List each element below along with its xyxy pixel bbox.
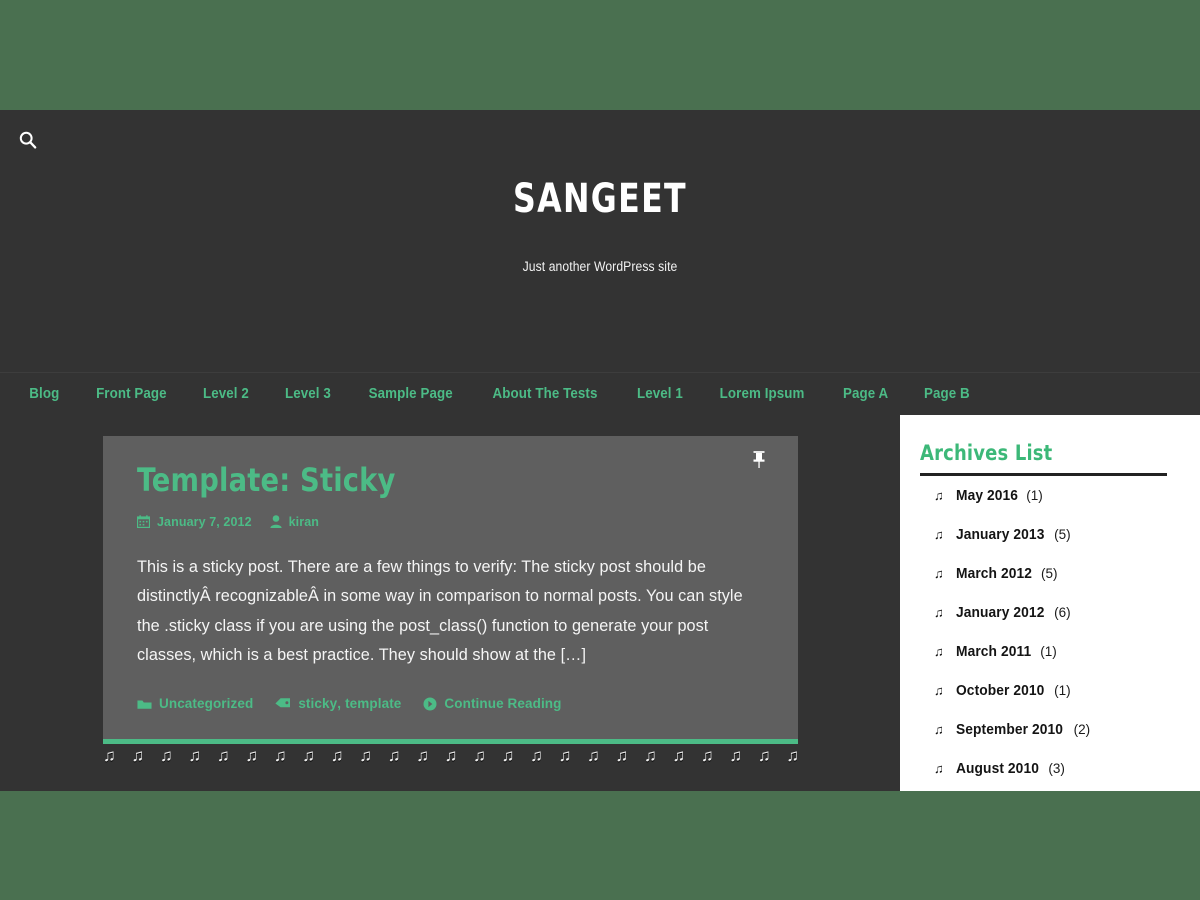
archives-list: ♫ May 2016 (1) ♫ January 2013 (5) ♫ Marc… — [920, 476, 1180, 788]
post-title[interactable]: Template: Sticky — [137, 462, 733, 499]
archive-label: January 2012 — [956, 604, 1045, 621]
music-note-icon: ♫ — [934, 683, 944, 698]
nav-item-about-the-tests[interactable]: About The Tests — [478, 386, 612, 402]
post-author[interactable]: kiran — [270, 515, 319, 529]
nav-item-sample-page[interactable]: Sample Page — [354, 386, 468, 402]
archive-count: (2) — [1073, 722, 1091, 737]
music-note-glyphs: ♫ ♫ ♫ ♫ ♫ ♫ ♫ ♫ ♫ ♫ ♫ ♫ ♫ ♫ ♫ ♫ ♫ ♫ ♫ ♫ … — [103, 746, 798, 766]
music-note-icon: ♫ — [934, 527, 944, 542]
music-note-icon: ♫ — [934, 488, 944, 503]
folder-icon — [137, 698, 152, 710]
archive-item[interactable]: ♫ March 2011 (1) — [920, 632, 1180, 671]
site-title[interactable]: SANGEET — [72, 110, 1128, 219]
site-header: SANGEET Just another WordPress site — [0, 110, 1200, 372]
user-icon — [270, 515, 282, 529]
music-note-icon: ♫ — [934, 761, 944, 776]
archive-item[interactable]: ♫ August 2010 (3) — [920, 749, 1180, 788]
tag-icon — [275, 697, 291, 710]
post-meta: January 7, 2012 kiran — [137, 515, 764, 529]
archive-count: (5) — [1054, 527, 1071, 542]
tag-separator: , — [337, 696, 342, 712]
site-description: Just another WordPress site — [522, 259, 678, 274]
archive-count: (6) — [1054, 605, 1071, 620]
post-date-label: January 7, 2012 — [157, 514, 252, 529]
arrow-circle-right-icon — [423, 697, 437, 711]
music-note-icon: ♫ — [934, 605, 944, 620]
archive-label: May 2016 — [956, 487, 1019, 504]
archive-item[interactable]: ♫ October 2010 (1) — [920, 671, 1180, 710]
archive-label: August 2010 — [956, 760, 1039, 777]
sidebar: Archives List ♫ May 2016 (1) ♫ January 2… — [900, 415, 1200, 791]
music-note-icon: ♫ — [934, 722, 944, 737]
archives-widget: Archives List ♫ May 2016 (1) ♫ January 2… — [900, 415, 1200, 788]
archive-count: (1) — [1026, 488, 1043, 503]
nav-item-page-b[interactable]: Page B — [909, 386, 984, 402]
primary-navigation: Blog Front Page Level 2 Level 3 Sample P… — [0, 372, 1200, 415]
archive-item[interactable]: ♫ January 2012 (6) — [920, 593, 1180, 632]
archive-item[interactable]: ♫ March 2012 (5) — [920, 554, 1180, 593]
archive-count: (5) — [1041, 566, 1058, 581]
archive-label: March 2011 — [956, 643, 1032, 660]
pushpin-icon — [750, 450, 768, 470]
post-summary: This is a sticky post. There are a few t… — [137, 557, 743, 664]
nav-item-lorem-ipsum[interactable]: Lorem Ipsum — [705, 386, 819, 402]
post-tags[interactable]: sticky, template — [275, 696, 401, 711]
archive-item[interactable]: ♫ September 2010 (2) — [920, 710, 1180, 749]
post-date[interactable]: January 7, 2012 — [137, 515, 252, 529]
nav-item-blog[interactable]: Blog — [15, 386, 74, 402]
archive-count: (3) — [1048, 761, 1065, 776]
site-body: Template: Sticky January 7, 2012 kiran T… — [0, 415, 1200, 791]
archive-item[interactable]: ♫ May 2016 (1) — [920, 476, 1180, 515]
site-branding: SANGEET Just another WordPress site — [0, 110, 1200, 274]
archive-item[interactable]: ♫ January 2013 (5) — [920, 515, 1180, 554]
nav-item-level-2[interactable]: Level 2 — [189, 386, 264, 402]
calendar-icon — [137, 515, 150, 529]
content-column: Template: Sticky January 7, 2012 kiran T… — [103, 436, 798, 791]
music-note-icon: ♫ — [934, 566, 944, 581]
post-tag-sticky[interactable]: sticky — [298, 696, 337, 711]
music-note-icon: ♫ — [934, 644, 944, 659]
page-frame: SANGEET Just another WordPress site Blog… — [0, 110, 1200, 791]
post-tag-template[interactable]: template — [345, 696, 401, 711]
post-category[interactable]: Uncategorized — [137, 696, 253, 711]
archive-label: October 2010 — [956, 682, 1045, 699]
nav-list: Blog Front Page Level 2 Level 3 Sample P… — [0, 373, 1200, 415]
nav-item-level-3[interactable]: Level 3 — [271, 386, 346, 402]
post-footer: Uncategorized sticky, template Continue … — [137, 696, 764, 739]
nav-item-front-page[interactable]: Front Page — [81, 386, 181, 402]
nav-item-level-1[interactable]: Level 1 — [622, 386, 697, 402]
continue-reading-link[interactable]: Continue Reading — [423, 696, 561, 711]
post-category-label: Uncategorized — [159, 696, 254, 712]
nav-item-page-a[interactable]: Page A — [828, 386, 903, 402]
archive-count: (1) — [1054, 683, 1071, 698]
archive-count: (1) — [1040, 644, 1057, 659]
archives-widget-title: Archives List — [920, 441, 1167, 476]
post-card: Template: Sticky January 7, 2012 kiran T… — [103, 436, 798, 740]
archive-label: March 2012 — [956, 565, 1032, 582]
continue-reading-label: Continue Reading — [444, 696, 562, 712]
music-note-strip: ♫ ♫ ♫ ♫ ♫ ♫ ♫ ♫ ♫ ♫ ♫ ♫ ♫ ♫ ♫ ♫ ♫ ♫ ♫ ♫ … — [103, 744, 798, 773]
archive-label: September 2010 — [956, 721, 1064, 738]
archive-label: January 2013 — [956, 526, 1045, 543]
post-author-label: kiran — [288, 514, 320, 529]
